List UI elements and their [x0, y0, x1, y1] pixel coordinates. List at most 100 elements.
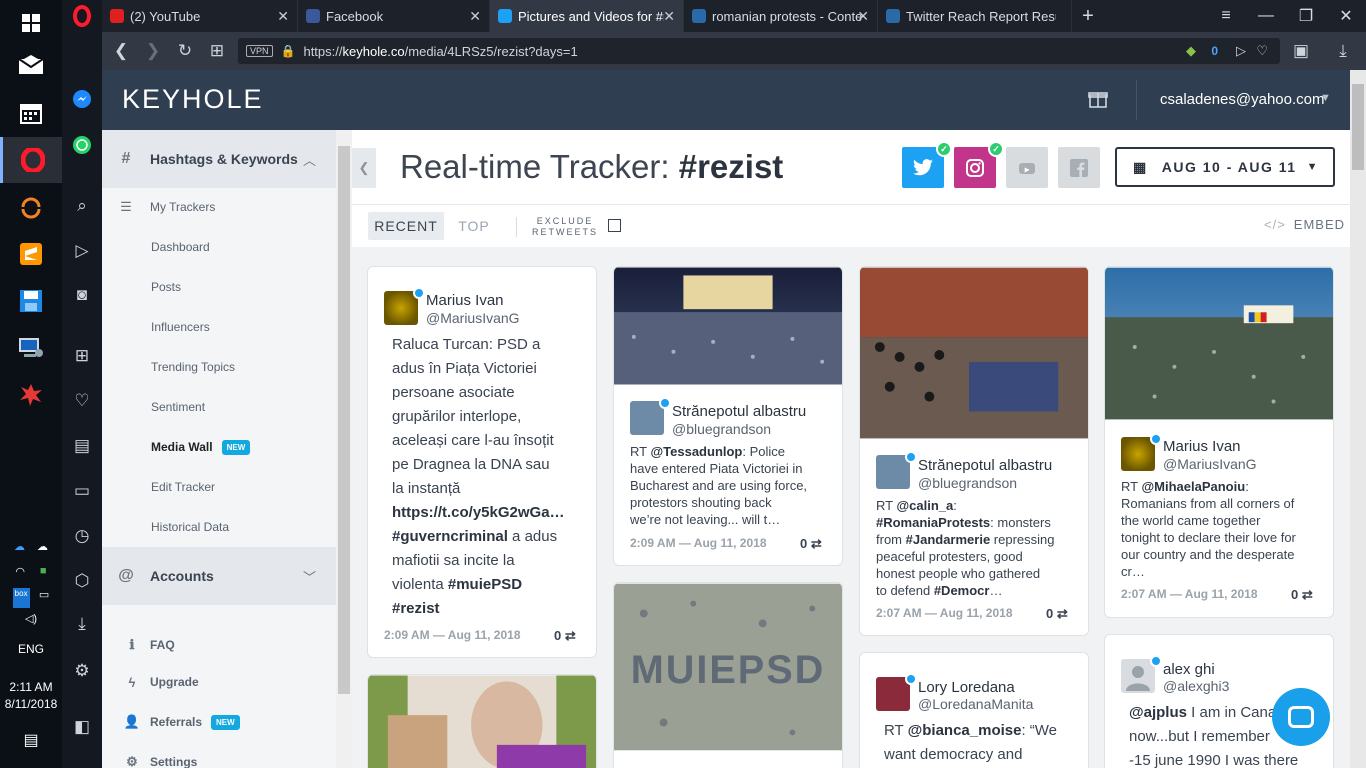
calendar-icon[interactable]	[0, 90, 62, 136]
facebook-filter-button[interactable]	[1058, 147, 1100, 188]
sidebar-scrollbar-thumb[interactable]	[338, 146, 350, 694]
author-handle[interactable]: @bluegrandson	[918, 475, 1017, 491]
sidebar-item-faq[interactable]: ℹ FAQ	[102, 633, 336, 657]
section-accounts[interactable]: @ Accounts ﹀	[102, 547, 336, 605]
close-tab-icon[interactable]: ✕	[663, 8, 675, 25]
camera-icon[interactable]: ◙	[62, 275, 102, 315]
app-red-splash-icon[interactable]	[0, 372, 62, 418]
twitter-filter-button[interactable]: ✓	[902, 141, 952, 188]
tab-top[interactable]: TOP	[452, 212, 496, 240]
close-tab-icon[interactable]: ✕	[857, 8, 869, 25]
hashtag[interactable]: #RomaniaProtests	[876, 515, 990, 530]
opera-menu-icon[interactable]	[62, 0, 102, 32]
adblock-count[interactable]: 0	[1211, 44, 1218, 58]
post-card[interactable]: Marius Ivan @MariusIvanG Raluca Turcan: …	[367, 266, 597, 658]
reload-button[interactable]: ↻	[172, 38, 198, 64]
hashtag[interactable]: #rezist	[392, 600, 440, 617]
back-button[interactable]: ❮	[108, 38, 134, 64]
url-field[interactable]: VPN 🔒 https://keyhole.co/media/4LRSz5/re…	[238, 38, 1280, 64]
wifi-icon[interactable]: ◠	[15, 565, 25, 585]
mention[interactable]: @MihaelaPanoiu	[1141, 479, 1245, 494]
computer-icon[interactable]	[0, 325, 62, 371]
close-window-button[interactable]: ✕	[1326, 0, 1366, 32]
settings-gear-icon[interactable]: ⚙	[62, 651, 102, 691]
notifications-icon[interactable]: ▤	[0, 730, 62, 750]
author-name[interactable]: alex ghi	[1163, 661, 1215, 678]
save-disk-icon[interactable]	[0, 278, 62, 324]
chevron-up-icon[interactable]: ︿	[303, 150, 316, 169]
sidebar-item-trending-topics[interactable]: Trending Topics	[102, 355, 336, 379]
tab-romanian-protests[interactable]: romanian protests - Conte ✕	[684, 0, 878, 32]
tab-recent[interactable]: RECENT	[368, 212, 444, 240]
tab-keyhole[interactable]: Pictures and Videos for #r ✕	[490, 0, 684, 32]
volume-icon[interactable]: ◁)	[0, 612, 62, 632]
tab-menu-icon[interactable]: ≡	[1206, 0, 1246, 32]
close-tab-icon[interactable]: ✕	[469, 8, 481, 25]
date-range-picker[interactable]: ▦ AUG 10 - AUG 11 ▼	[1115, 147, 1335, 187]
tab-twitter-reach[interactable]: Twitter Reach Report Resul	[878, 0, 1072, 32]
author-handle[interactable]: @MariusIvanG	[1163, 456, 1257, 472]
youtube-filter-button[interactable]: ▶	[1006, 147, 1048, 188]
chat-support-button[interactable]	[1272, 688, 1330, 746]
sidebar-item-historical-data[interactable]: Historical Data	[102, 515, 336, 539]
security-shield-icon[interactable]: ■	[40, 565, 47, 585]
post-photo[interactable]	[1105, 267, 1333, 420]
page-scrollbar-thumb[interactable]	[1352, 84, 1364, 170]
clock-date[interactable]: 8/11/2018	[0, 697, 62, 713]
history-icon[interactable]: ◷	[62, 516, 102, 556]
author-name[interactable]: Lory Loredana	[918, 679, 1015, 696]
sidebar-item-media-wall[interactable]: Media Wall NEW	[102, 435, 336, 459]
clock-time[interactable]: 2:11 AM	[0, 680, 62, 696]
mention[interactable]: @calin_a	[896, 498, 953, 513]
close-tab-icon[interactable]: ✕	[277, 8, 289, 25]
author-handle[interactable]: @LoredanaManita	[918, 696, 1033, 712]
extensions-icon[interactable]: ⬡	[62, 561, 102, 601]
user-email[interactable]: csaladenes@yahoo.com	[1160, 91, 1325, 108]
extension-cube-icon[interactable]: ◆	[1186, 43, 1196, 59]
snapshot-icon[interactable]: ▣	[1288, 38, 1314, 64]
sublime-text-icon[interactable]	[0, 231, 62, 277]
restore-button[interactable]: ❐	[1286, 0, 1326, 32]
hashtag[interactable]: #guverncriminal	[392, 528, 508, 545]
bookmark-heart-icon[interactable]: ♡	[1256, 43, 1268, 59]
sidebar-scrollbar[interactable]	[336, 130, 352, 768]
forward-button[interactable]: ❯	[140, 38, 166, 64]
post-card[interactable]: Marius Ivan @MariusIvanG RT @MihaelaPano…	[1104, 266, 1334, 618]
post-link[interactable]: https://t.co/y5kG2wGa…	[392, 504, 565, 521]
author-handle[interactable]: @bluegrandson	[672, 421, 771, 437]
speed-dial-icon[interactable]: ⊞	[62, 336, 102, 376]
sidebar-item-sentiment[interactable]: Sentiment	[102, 395, 336, 419]
post-card[interactable]: Lory Loredana @LoredanaManita RT @bianca…	[859, 652, 1089, 768]
heart-icon[interactable]: ♡	[62, 381, 102, 421]
language-indicator[interactable]: ENG	[0, 642, 62, 658]
hashtag[interactable]: #muiePSD	[448, 576, 522, 593]
keyhole-logo[interactable]: KEYHOLE	[122, 84, 264, 115]
tab-facebook[interactable]: Facebook ✕	[298, 0, 490, 32]
post-card[interactable]: MUIEPSD	[613, 582, 843, 768]
onedrive-icon[interactable]: ☁	[14, 540, 25, 560]
new-tab-button[interactable]: +	[1068, 0, 1108, 32]
author-handle[interactable]: @MariusIvanG	[426, 310, 520, 326]
download-icon[interactable]: ⤓	[1330, 38, 1356, 64]
hashtag[interactable]: #Democr	[934, 583, 990, 598]
author-name[interactable]: Marius Ivan	[1163, 438, 1241, 455]
tab-grid-icon[interactable]: ⊞	[204, 38, 230, 64]
downloads-icon[interactable]: ⤓	[62, 604, 102, 644]
section-hashtags-keywords[interactable]: # Hashtags & Keywords ︿	[102, 130, 336, 188]
author-name[interactable]: Strănepotul albastru	[918, 457, 1052, 474]
news-icon[interactable]: ▤	[62, 426, 102, 466]
sidebar-item-my-trackers[interactable]: ☰ My Trackers	[102, 195, 336, 219]
post-card[interactable]: Strănepotul albastru @bluegrandson RT @T…	[613, 266, 843, 566]
author-name[interactable]: Strănepotul albastru	[672, 403, 806, 420]
sidebar-item-upgrade[interactable]: ϟ Upgrade	[102, 670, 336, 694]
messenger-icon[interactable]	[62, 79, 102, 119]
chevron-down-icon[interactable]: ﹀	[303, 567, 316, 586]
vpn-badge[interactable]: VPN	[246, 45, 273, 57]
sidebar-item-influencers[interactable]: Influencers	[102, 315, 336, 339]
collapse-sidebar-button[interactable]: ❮	[352, 148, 376, 188]
windows-start-icon[interactable]	[0, 0, 62, 46]
box-icon[interactable]: box	[12, 588, 30, 608]
search-icon[interactable]: ⌕	[62, 186, 102, 226]
user-menu-caret-icon[interactable]: ▼	[1320, 92, 1331, 104]
battery-icon[interactable]: ▭	[39, 588, 49, 608]
